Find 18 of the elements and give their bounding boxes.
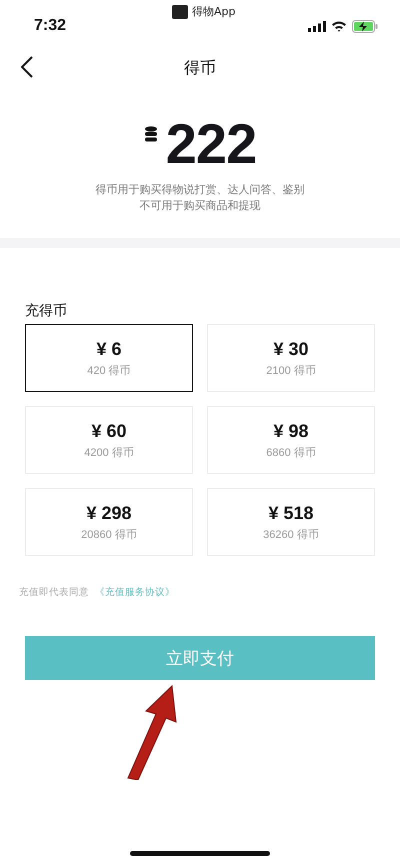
balance-note: 得币用于购买得物说打赏、达人问答、鉴别 不可用于购买商品和提现 — [96, 182, 304, 214]
section-title: 充得币 — [25, 302, 68, 320]
recharge-option[interactable]: ¥ 518 36260 得币 — [207, 488, 375, 556]
app-icon — [172, 4, 188, 18]
status-time: 7:32 — [34, 17, 66, 35]
signal-icon — [308, 20, 326, 32]
coin-balance: 222 — [166, 116, 256, 172]
app-label: 得物App — [192, 4, 236, 19]
recharge-option[interactable]: ¥ 98 6860 得币 — [207, 406, 375, 474]
wifi-icon — [331, 20, 347, 32]
page-title: 得币 — [184, 58, 216, 78]
recharge-option[interactable]: ¥ 60 4200 得币 — [25, 406, 193, 474]
agreement-text: 充值即代表同意 — [19, 586, 89, 599]
coin-stack-icon — [144, 126, 158, 142]
recharge-option[interactable]: ¥ 6 420 得币 — [25, 324, 193, 392]
battery-charging-icon — [352, 20, 378, 32]
recharge-option[interactable]: ¥ 298 20860 得币 — [25, 488, 193, 556]
recharge-option[interactable]: ¥ 30 2100 得币 — [207, 324, 375, 392]
